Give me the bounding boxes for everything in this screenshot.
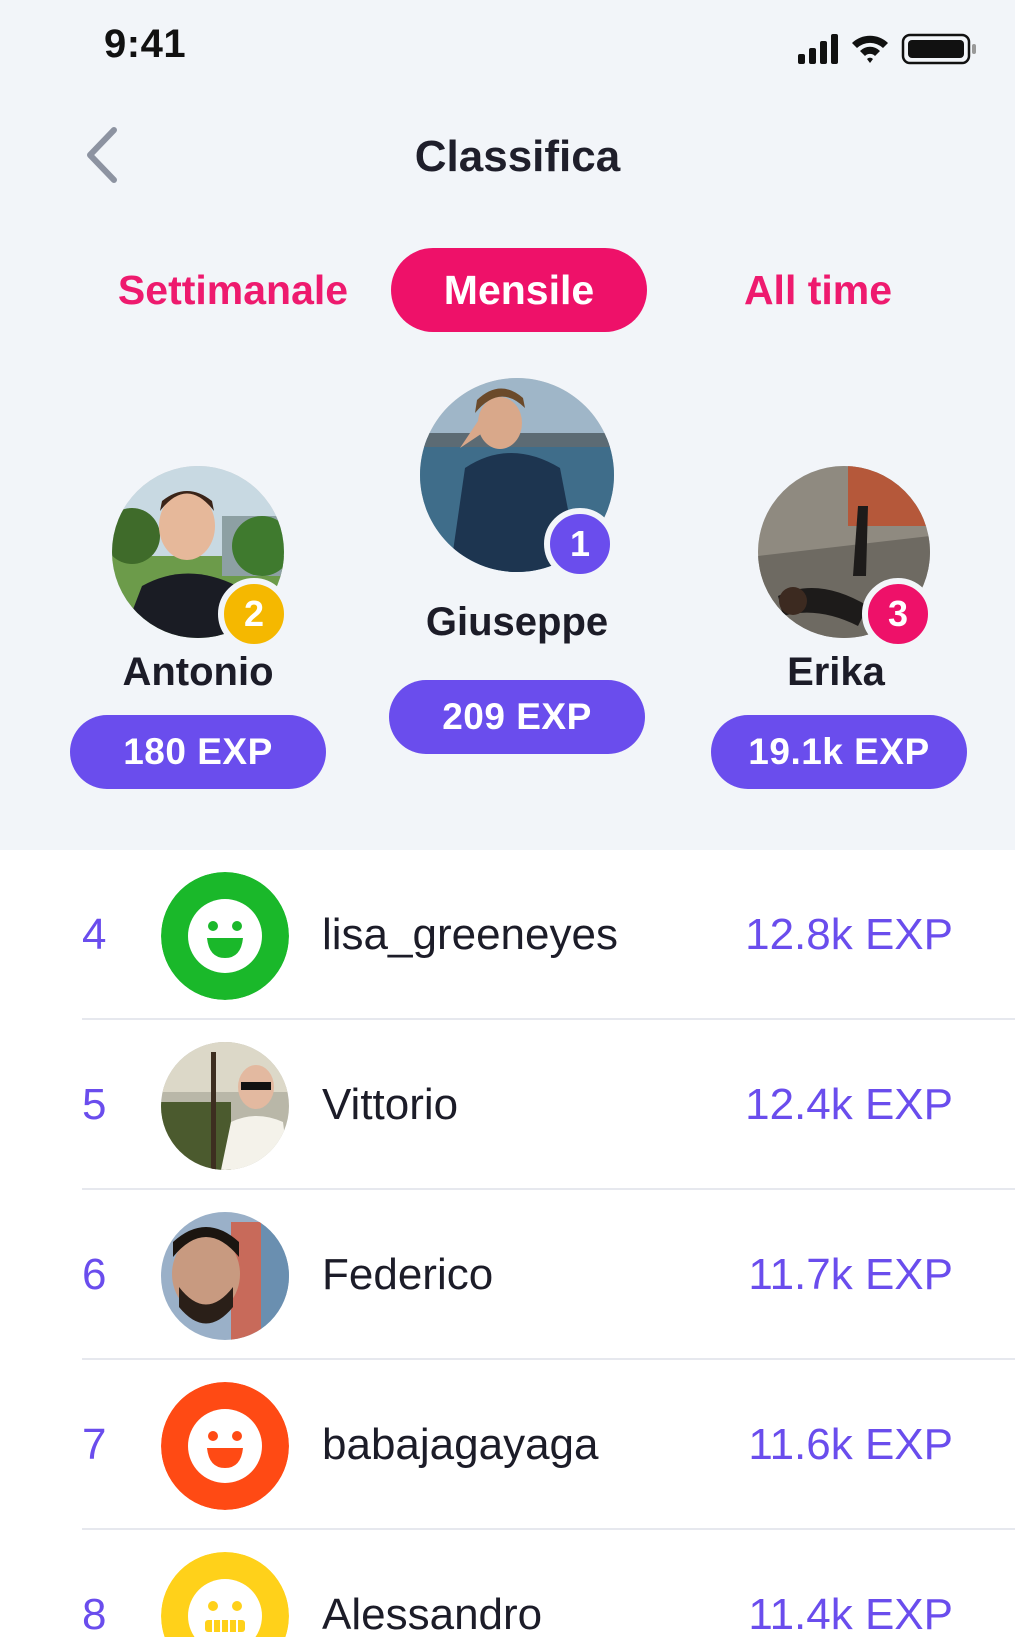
list-exp: 12.4k EXP xyxy=(745,1080,953,1129)
list-name: Federico xyxy=(322,1250,494,1299)
podium-third-rank-badge: 3 xyxy=(862,578,934,650)
list-item[interactable]: 4 lisa_greeneyes 12.8k EXP xyxy=(0,850,1015,1020)
battery-icon xyxy=(901,33,976,65)
list-rank: 5 xyxy=(82,1080,107,1129)
podium-second-exp: 180 EXP xyxy=(70,715,326,789)
status-icons xyxy=(798,33,976,65)
podium-third-exp: 19.1k EXP xyxy=(711,715,967,789)
list-rank: 7 xyxy=(82,1420,107,1469)
list-item[interactable]: 7 babajagayaga 11.6k EXP xyxy=(0,1360,1015,1530)
list-rank: 4 xyxy=(82,910,107,959)
list-exp: 12.8k EXP xyxy=(745,910,953,959)
podium-second-name: Antonio xyxy=(122,650,274,694)
signal-icon xyxy=(798,34,838,64)
podium-third-name: Erika xyxy=(787,650,885,694)
grimace-yellow-icon xyxy=(161,1552,289,1637)
list-rank: 6 xyxy=(82,1250,107,1299)
page-title: Classifica xyxy=(414,132,621,181)
list-name: Vittorio xyxy=(322,1080,459,1129)
list-name: Alessandro xyxy=(322,1590,543,1637)
user-avatar xyxy=(161,1212,289,1340)
list-item[interactable]: 6 Federico 11.7k EXP xyxy=(0,1190,1015,1360)
list-exp: 11.6k EXP xyxy=(748,1420,953,1469)
list-item[interactable]: 5 Vittorio 12.4k EXP xyxy=(0,1020,1015,1190)
podium-first-rank-badge: 1 xyxy=(544,508,616,580)
list-exp: 11.7k EXP xyxy=(748,1250,953,1299)
status-time: 9:41 xyxy=(104,22,187,66)
leaderboard-screen: 9:41 Classifica Settimanale Mensile All … xyxy=(0,0,1015,1637)
user-avatar xyxy=(161,1042,289,1170)
smiley-orange-icon xyxy=(161,1382,289,1510)
tab-all-time[interactable]: All time xyxy=(718,248,918,332)
list-rank: 8 xyxy=(82,1590,107,1637)
podium-first-name: Giuseppe xyxy=(425,600,609,644)
list-name: lisa_greeneyes xyxy=(322,910,618,959)
tab-weekly[interactable]: Settimanale xyxy=(98,248,368,332)
list-name: babajagayaga xyxy=(322,1420,599,1469)
wifi-icon xyxy=(852,35,888,63)
list-item[interactable]: 8 Alessandro 11.4k EXP xyxy=(0,1530,1015,1637)
smiley-green-icon xyxy=(161,872,289,1000)
podium-first-exp: 209 EXP xyxy=(389,680,645,754)
tab-monthly[interactable]: Mensile xyxy=(391,248,647,332)
list-exp: 11.4k EXP xyxy=(748,1590,953,1637)
podium-second-rank-badge: 2 xyxy=(218,578,290,650)
